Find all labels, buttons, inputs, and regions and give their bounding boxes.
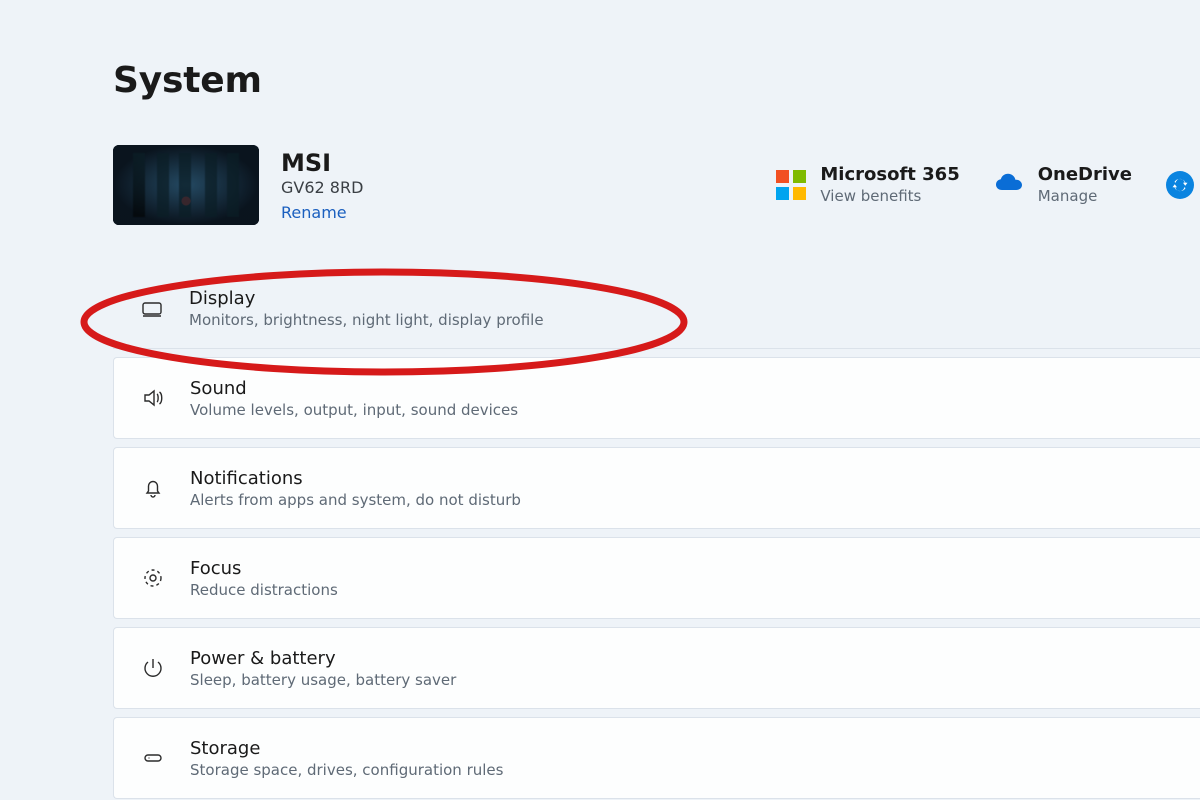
- setting-title: Notifications: [190, 468, 521, 489]
- cloud-icon: [994, 172, 1024, 198]
- service-title: Microsoft 365: [820, 164, 959, 185]
- setting-display[interactable]: Display Monitors, brightness, night ligh…: [113, 269, 1200, 349]
- microsoft-logo-icon: [776, 170, 806, 200]
- rename-link[interactable]: Rename: [281, 203, 347, 222]
- setting-desc: Reduce distractions: [190, 581, 338, 599]
- device-info: MSI GV62 8RD Rename: [281, 149, 363, 222]
- setting-notifications[interactable]: Notifications Alerts from apps and syste…: [113, 447, 1200, 529]
- setting-desc: Alerts from apps and system, do not dist…: [190, 491, 521, 509]
- focus-icon: [140, 565, 166, 591]
- service-action: View benefits: [820, 187, 959, 205]
- page-title: System: [113, 60, 1200, 101]
- service-microsoft-365[interactable]: Microsoft 365 View benefits: [776, 164, 959, 205]
- setting-sound[interactable]: Sound Volume levels, output, input, soun…: [113, 357, 1200, 439]
- device-name: MSI: [281, 149, 363, 177]
- service-title: OneDrive: [1038, 164, 1132, 185]
- sync-icon[interactable]: [1166, 171, 1194, 199]
- setting-desc: Sleep, battery usage, battery saver: [190, 671, 456, 689]
- setting-desc: Volume levels, output, input, sound devi…: [190, 401, 518, 419]
- setting-title: Focus: [190, 558, 338, 579]
- setting-title: Power & battery: [190, 648, 456, 669]
- setting-title: Display: [189, 288, 544, 309]
- setting-desc: Storage space, drives, configuration rul…: [190, 761, 503, 779]
- setting-focus[interactable]: Focus Reduce distractions: [113, 537, 1200, 619]
- setting-title: Sound: [190, 378, 518, 399]
- device-wallpaper-thumbnail[interactable]: [113, 145, 259, 225]
- services-row: Microsoft 365 View benefits OneDrive Man…: [776, 164, 1200, 205]
- setting-storage[interactable]: Storage Storage space, drives, configura…: [113, 717, 1200, 799]
- display-icon: [139, 296, 165, 322]
- setting-title: Storage: [190, 738, 503, 759]
- storage-icon: [140, 745, 166, 771]
- sound-icon: [140, 385, 166, 411]
- setting-power[interactable]: Power & battery Sleep, battery usage, ba…: [113, 627, 1200, 709]
- service-onedrive[interactable]: OneDrive Manage: [994, 164, 1132, 205]
- settings-list: Display Monitors, brightness, night ligh…: [113, 269, 1200, 799]
- bell-icon: [140, 475, 166, 501]
- device-model: GV62 8RD: [281, 178, 363, 197]
- setting-desc: Monitors, brightness, night light, displ…: [189, 311, 544, 329]
- power-icon: [140, 655, 166, 681]
- service-action: Manage: [1038, 187, 1132, 205]
